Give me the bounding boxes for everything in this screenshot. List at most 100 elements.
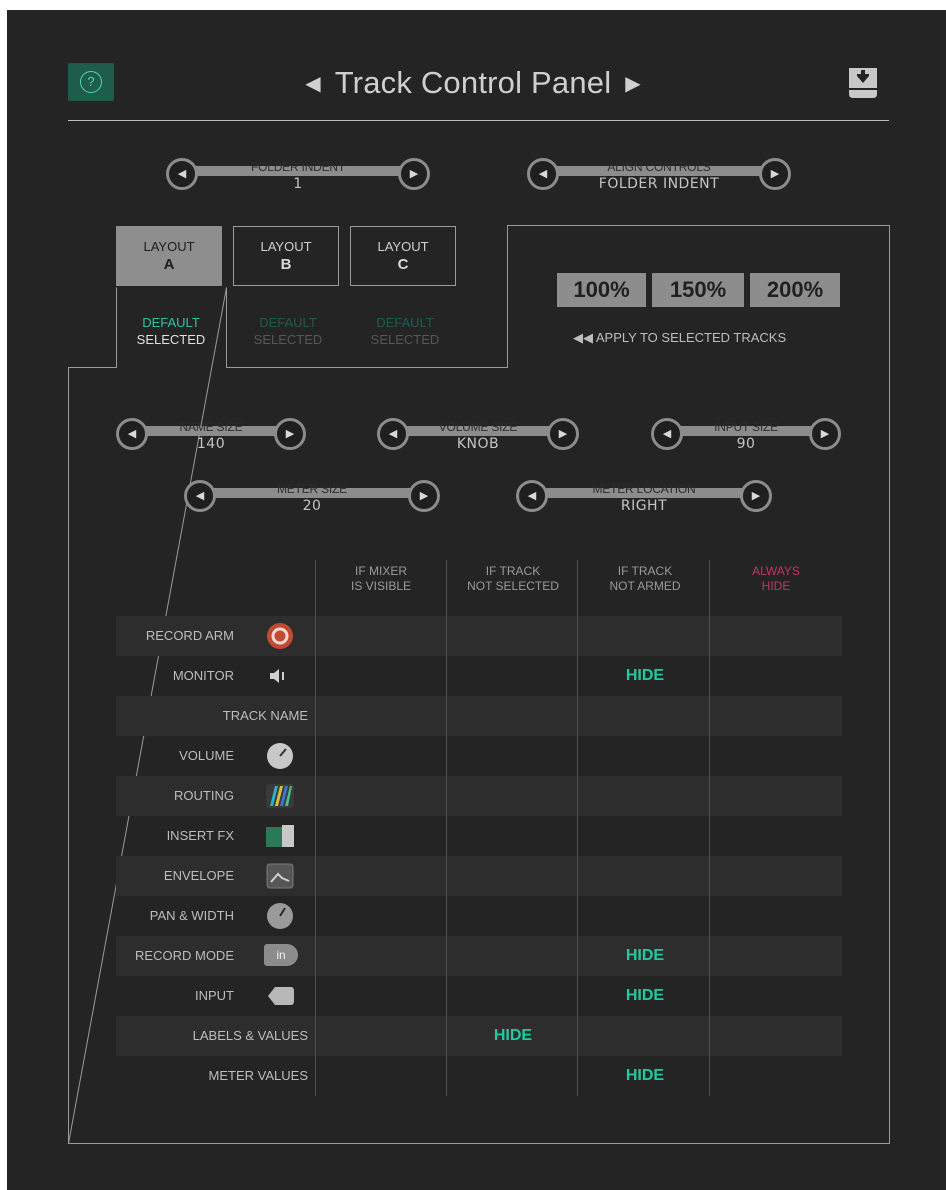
column-divider [446,560,447,1096]
row-label: INSERT FX [166,828,234,843]
pan-knob-icon [267,903,293,929]
routing-icon [266,784,294,808]
size-100-button[interactable]: 100% [557,273,646,307]
tab-letter: C [397,256,409,273]
default-label: DEFAULT [259,315,317,330]
insert-fx-icon [266,825,294,847]
column-header-line: NOT ARMED [609,579,681,593]
table-row: RECORD MODE in HIDE [116,936,842,976]
tab-layout-c[interactable]: LAYOUT C [350,226,456,286]
row-label: MONITOR [172,668,234,683]
table-row: PAN & WIDTH [116,896,842,936]
column-header-line: ALWAYS [752,564,800,578]
row-label: INPUT [195,988,234,1003]
selected-label: SELECTED [136,332,206,347]
tab-label: LAYOUT [143,239,195,254]
meter-location-value: RIGHT [620,498,668,514]
column-header-not-armed: IF TRACK NOT ARMED [579,564,711,594]
column-header-line: IS VISIBLE [350,579,412,593]
meter-size-value: 20 [302,498,322,514]
column-header-line: IF TRACK [485,564,541,578]
hide-toggle-record-mode-not-armed[interactable]: HIDE [579,947,711,965]
table-row: METER VALUES HIDE [116,1056,842,1096]
size-200-button[interactable]: 200% [750,273,840,307]
tab-layout-b[interactable]: LAYOUT B [233,226,339,286]
meter-size-increase-button[interactable]: ▶ [408,480,440,512]
hide-toggle-monitor-not-armed[interactable]: HIDE [579,667,711,685]
volume-size-stepper[interactable]: ◀ ▶ VOLUME SIZE KNOB [377,418,579,458]
record-mode-icon: in [264,944,298,966]
column-header-line: IF MIXER [354,564,407,578]
selected-label: SELECTED [253,332,323,347]
table-row: LABELS & VALUES HIDE [116,1016,842,1056]
apply-to-selected-tracks-button[interactable]: ◀◀ APPLY TO SELECTED TRACKS [573,330,833,346]
row-label: TRACK NAME [222,708,308,723]
input-size-label: INPUT SIZE [714,420,778,434]
input-size-increase-button[interactable]: ▶ [809,418,841,450]
selected-label: SELECTED [370,332,440,347]
meter-location-decrease-button[interactable]: ◀ [516,480,548,512]
size-150-button[interactable]: 150% [652,273,744,307]
tab-label: LAYOUT [260,239,312,254]
column-header-mixer-visible: IF MIXER IS VISIBLE [315,564,447,594]
hide-toggle-labels-not-selected[interactable]: HIDE [447,1027,579,1045]
table-row: RECORD ARM [116,616,842,656]
table-row: VOLUME [116,736,842,776]
tab-letter: B [280,256,292,273]
layout-a-default-selected[interactable]: DEFAULT SELECTED [116,314,226,348]
meter-location-label: METER LOCATION [592,482,696,496]
table-row: ROUTING [116,776,842,816]
name-size-stepper[interactable]: ◀ ▶ NAME SIZE 140 [116,418,306,458]
tab-layout-a[interactable]: LAYOUT A [116,226,222,286]
name-size-label: NAME SIZE [179,420,243,434]
input-size-stepper[interactable]: ◀ ▶ INPUT SIZE 90 [651,418,841,458]
layout-b-default-selected[interactable]: DEFAULT SELECTED [233,314,343,348]
meter-location-stepper[interactable]: ◀ ▶ METER LOCATION RIGHT [516,480,772,520]
table-row: TRACK NAME [116,696,842,736]
volume-size-value: KNOB [456,436,500,452]
meter-location-increase-button[interactable]: ▶ [740,480,772,512]
row-label: RECORD ARM [145,628,234,643]
column-header-line: HIDE [761,579,791,593]
name-size-increase-button[interactable]: ▶ [274,418,306,450]
name-size-value: 140 [196,436,226,452]
column-divider [709,560,710,1096]
column-divider [315,560,316,1096]
row-label: METER VALUES [208,1068,308,1083]
table-row: INSERT FX [116,816,842,856]
input-size-value: 90 [736,436,756,452]
volume-size-increase-button[interactable]: ▶ [547,418,579,450]
volume-knob-icon [267,743,293,769]
column-header-not-selected: IF TRACK NOT SELECTED [447,564,579,594]
row-label: ROUTING [174,788,234,803]
default-label: DEFAULT [142,315,200,330]
record-arm-icon [267,623,293,649]
column-divider [577,560,578,1096]
name-size-decrease-button[interactable]: ◀ [116,418,148,450]
hide-toggle-meter-values-not-armed[interactable]: HIDE [579,1067,711,1085]
default-label: DEFAULT [376,315,434,330]
row-label: PAN & WIDTH [149,908,234,923]
speaker-icon [270,669,284,683]
hide-toggle-input-not-armed[interactable]: HIDE [579,987,711,1005]
volume-size-label: VOLUME SIZE [438,420,518,434]
tab-letter: A [163,256,175,273]
row-label: ENVELOPE [163,868,234,883]
column-header-always-hide: ALWAYS HIDE [710,564,842,594]
tab-label: LAYOUT [377,239,429,254]
row-label: VOLUME [179,748,234,763]
volume-size-decrease-button[interactable]: ◀ [377,418,409,450]
meter-size-label: METER SIZE [276,482,347,496]
layout-c-default-selected[interactable]: DEFAULT SELECTED [350,314,460,348]
table-row: MONITOR [116,656,842,696]
table-row: ENVELOPE [116,856,842,896]
table-row: INPUT HIDE [116,976,842,1016]
meter-size-stepper[interactable]: ◀ ▶ METER SIZE 20 [184,480,440,520]
column-header-line: NOT SELECTED [467,579,559,593]
input-size-decrease-button[interactable]: ◀ [651,418,683,450]
input-icon [268,987,294,1005]
column-header-line: IF TRACK [617,564,673,578]
envelope-icon [266,863,294,889]
row-label: RECORD MODE [135,948,234,963]
meter-size-decrease-button[interactable]: ◀ [184,480,216,512]
